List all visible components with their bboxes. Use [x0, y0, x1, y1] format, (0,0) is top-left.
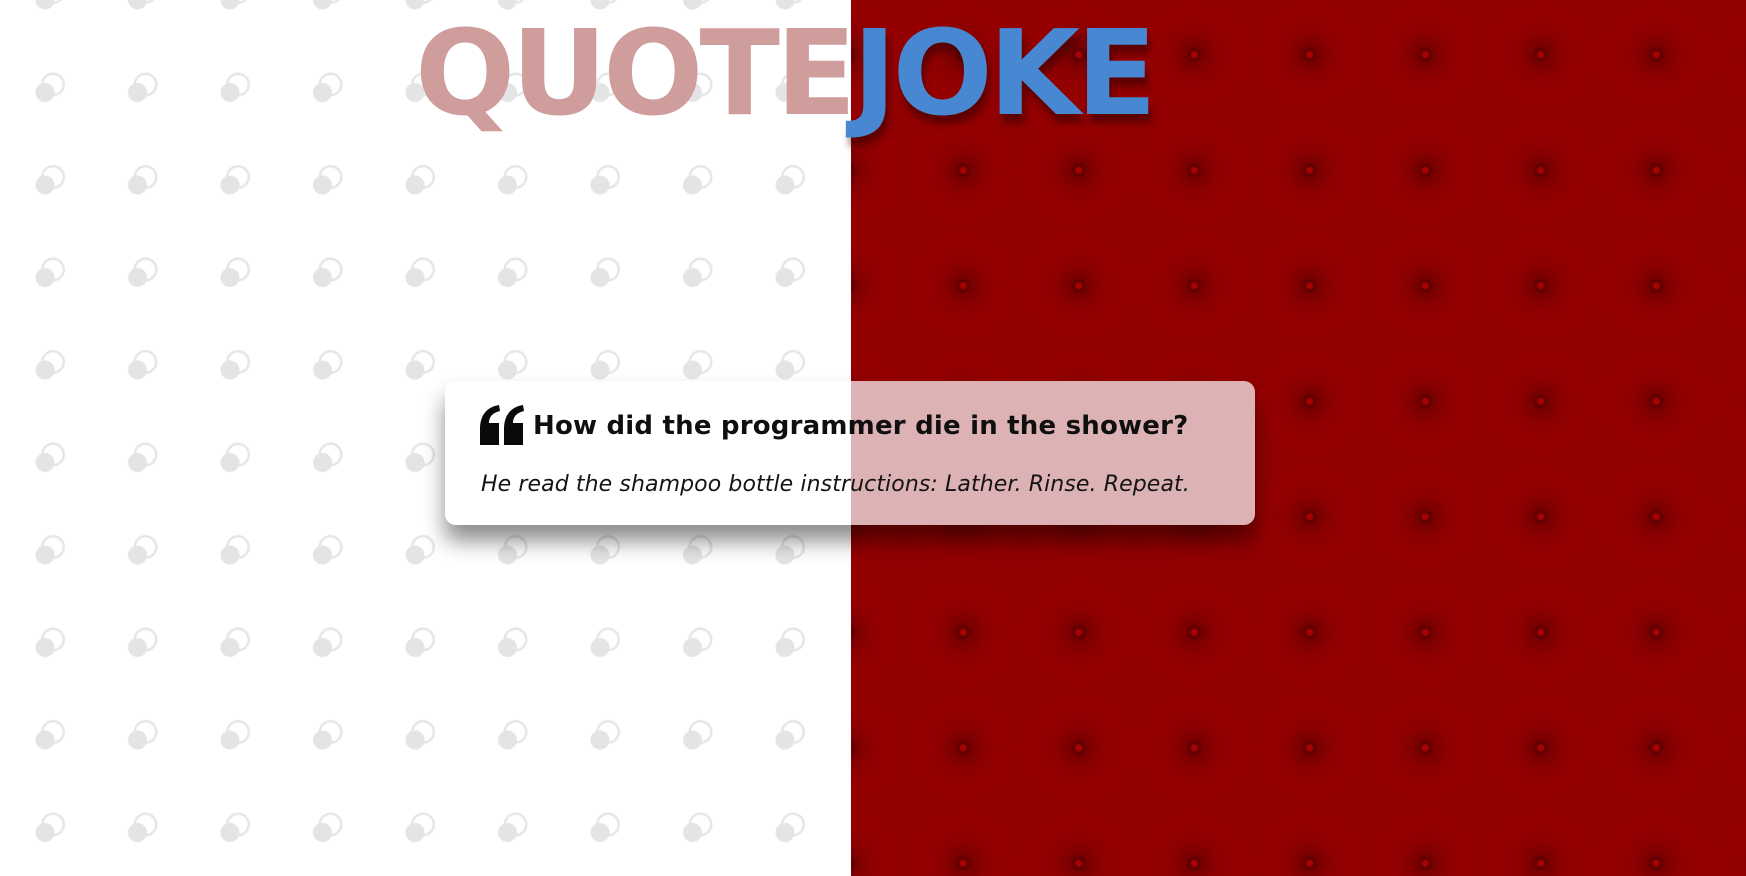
joke-question: How did the programmer die in the shower… — [533, 411, 1189, 441]
logo-joke-text: JOKE — [852, 4, 1157, 142]
card-left-half — [445, 381, 851, 525]
site-logo: QUOTEJOKE — [415, 8, 1157, 138]
question-line: How did the programmer die in the shower… — [479, 405, 1188, 447]
card-right-half — [851, 381, 1255, 525]
joke-answer: He read the shampoo bottle instructions:… — [481, 472, 1190, 497]
logo-quote-text: QUOTE — [415, 4, 857, 142]
quote-left-icon — [479, 405, 525, 447]
joke-card: How did the programmer die in the shower… — [445, 381, 1255, 525]
page: QUOTEJOKE How did the programmer die in … — [0, 0, 1746, 876]
